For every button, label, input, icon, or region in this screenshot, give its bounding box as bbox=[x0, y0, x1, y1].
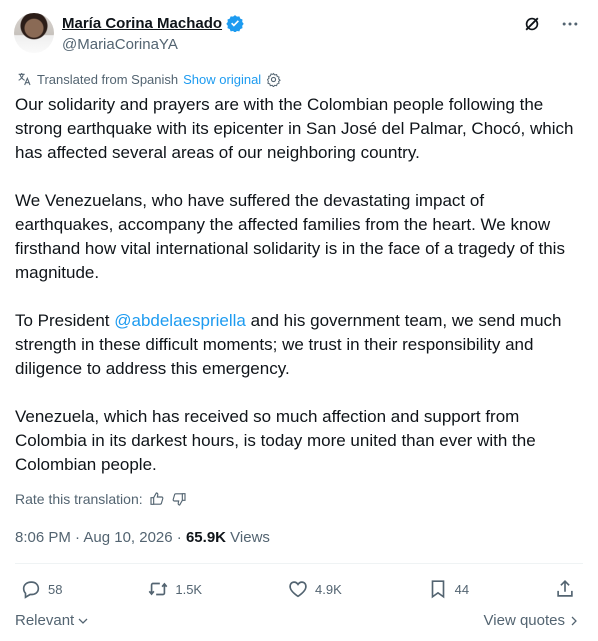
post-paragraph-2: We Venezuelans, who have suffered the de… bbox=[15, 191, 565, 282]
bookmark-button[interactable]: 44 bbox=[427, 578, 469, 600]
paragraph-3-start: To President bbox=[15, 311, 115, 330]
heart-icon bbox=[287, 578, 309, 600]
share-button[interactable] bbox=[554, 578, 576, 600]
reply-icon bbox=[20, 578, 42, 600]
repost-count: 1.5K bbox=[175, 581, 203, 597]
rate-translation: Rate this translation: bbox=[15, 491, 187, 507]
grok-icon[interactable] bbox=[522, 14, 542, 34]
repost-icon bbox=[147, 578, 169, 600]
post-meta: 8:06 PM · Aug 10, 2026 · 65.9K Views bbox=[15, 529, 270, 546]
show-original-link[interactable]: Show original bbox=[183, 72, 261, 87]
post-timestamp[interactable]: 8:06 PM · Aug 10, 2026 bbox=[15, 529, 173, 546]
translated-label: Translated from Spanish bbox=[37, 71, 179, 87]
reply-count: 58 bbox=[48, 581, 63, 597]
view-quotes-label: View quotes bbox=[483, 612, 565, 629]
rate-label: Rate this translation: bbox=[15, 491, 143, 507]
chevron-down-icon bbox=[77, 615, 89, 627]
thumbs-up-icon[interactable] bbox=[149, 491, 165, 507]
view-quotes-link[interactable]: View quotes bbox=[484, 612, 580, 629]
reply-button[interactable]: 58 bbox=[20, 578, 62, 600]
post-paragraph-1: Our solidarity and prayers are with the … bbox=[15, 95, 574, 162]
divider bbox=[15, 563, 583, 564]
translate-icon bbox=[16, 71, 32, 87]
views-label: Views bbox=[226, 529, 270, 546]
author-name[interactable]: María Corina Machado bbox=[62, 15, 222, 32]
share-icon bbox=[554, 578, 576, 600]
author-block: María Corina Machado @MariaCorinaYA bbox=[62, 13, 244, 53]
sort-dropdown[interactable]: Relevant bbox=[15, 612, 89, 629]
repost-button[interactable]: 1.5K bbox=[147, 578, 202, 600]
like-button[interactable]: 4.9K bbox=[287, 578, 342, 600]
views-count: 65.9K bbox=[185, 529, 226, 546]
bookmark-icon bbox=[427, 578, 449, 600]
verified-badge-icon bbox=[226, 14, 244, 32]
chevron-right-icon bbox=[568, 615, 580, 627]
post-paragraph-3: To President @abdelaespriella and his go… bbox=[15, 309, 585, 381]
reply-footer: Relevant View quotes bbox=[15, 612, 580, 629]
author-handle[interactable]: @MariaCorinaYA bbox=[62, 36, 244, 53]
bookmark-count: 44 bbox=[454, 581, 470, 597]
thumbs-down-icon[interactable] bbox=[171, 491, 187, 507]
action-bar: 58 1.5K 4.9K 44 bbox=[20, 578, 576, 600]
sort-label: Relevant bbox=[15, 612, 75, 629]
translation-notice: Translated from Spanish Show original bbox=[16, 71, 282, 87]
avatar[interactable] bbox=[14, 13, 54, 53]
like-count: 4.9K bbox=[315, 581, 342, 597]
top-actions bbox=[522, 14, 580, 34]
more-options-icon[interactable] bbox=[560, 14, 580, 34]
post-paragraph-4: Venezuela, which has received so much af… bbox=[15, 407, 536, 474]
settings-gear-icon[interactable] bbox=[266, 72, 282, 87]
post-text: Our solidarity and prayers are with the … bbox=[15, 93, 585, 501]
mention-link[interactable]: @abdelaespriella bbox=[114, 311, 246, 330]
